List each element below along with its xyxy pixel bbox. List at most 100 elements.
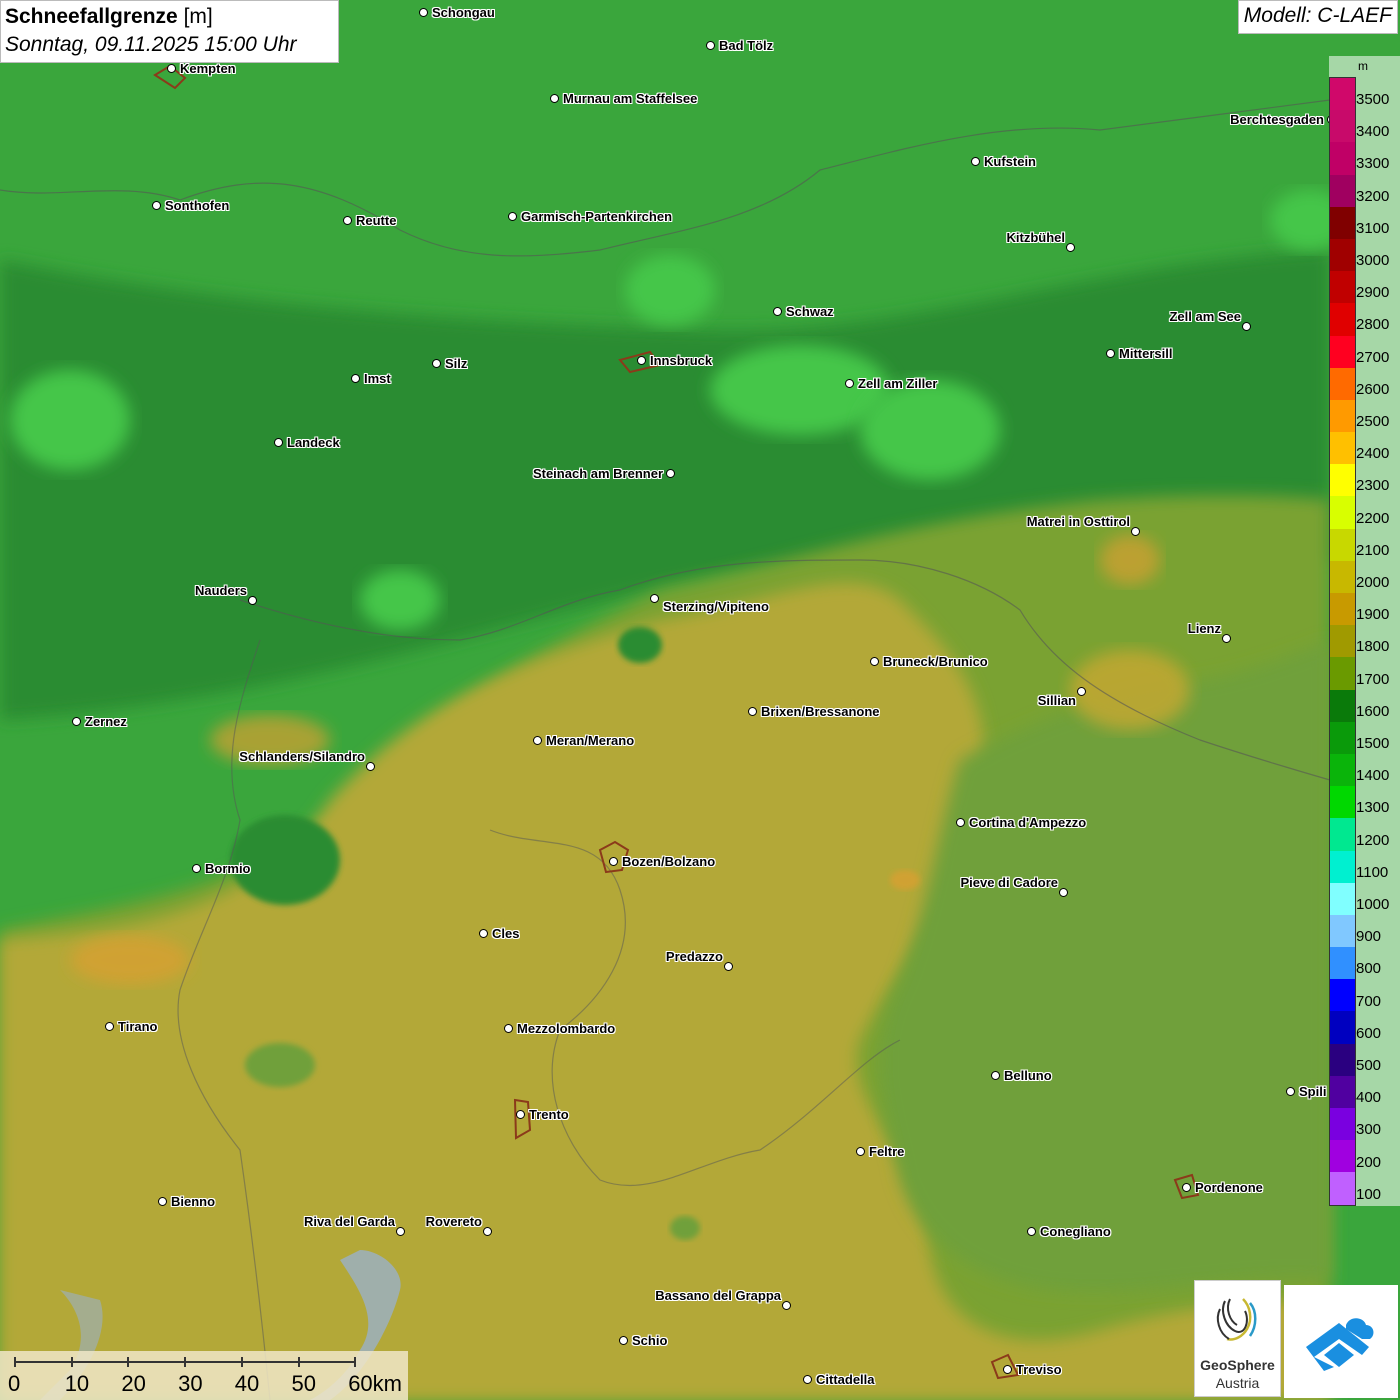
city-dot[interactable]	[504, 1024, 513, 1033]
city-dot[interactable]	[856, 1147, 865, 1156]
scale-tick	[14, 1357, 16, 1367]
city-dot[interactable]	[152, 201, 161, 210]
city-label: Schio	[632, 1333, 668, 1348]
city-dot[interactable]	[274, 438, 283, 447]
map-date: Sonntag, 09.11.2025 15:00 Uhr	[5, 33, 297, 56]
scale-label: 10	[64, 1371, 90, 1396]
city-dot[interactable]	[1242, 322, 1251, 331]
city-dot[interactable]	[533, 736, 542, 745]
city-dot[interactable]	[1077, 687, 1086, 696]
city-dot[interactable]	[609, 857, 618, 866]
legend-color-bar	[1329, 77, 1356, 1206]
city-label: Schongau	[432, 5, 495, 20]
city-dot[interactable]	[167, 64, 176, 73]
city-label: Bruneck/Brunico	[883, 654, 988, 669]
city-dot[interactable]	[956, 818, 965, 827]
city-dot[interactable]	[508, 212, 517, 221]
legend-label: 2000	[1356, 574, 1390, 591]
scale-tick	[127, 1357, 130, 1367]
city-label: Pieve di Cadore	[960, 875, 1058, 890]
legend-label: 2100	[1356, 541, 1390, 559]
city-dot[interactable]	[343, 216, 352, 225]
city-dot[interactable]	[72, 717, 81, 726]
city-dot[interactable]	[1131, 527, 1140, 536]
city-dot[interactable]	[1066, 243, 1075, 252]
city-dot[interactable]	[971, 157, 980, 166]
city-dot[interactable]	[432, 359, 441, 368]
city-dot[interactable]	[724, 962, 733, 971]
city-label: Landeck	[287, 435, 340, 450]
city-dot[interactable]	[366, 762, 375, 771]
legend-label: 1300	[1356, 799, 1390, 817]
legend-label: 1700	[1356, 670, 1390, 688]
legend-swatch	[1330, 496, 1355, 529]
city-dot[interactable]	[845, 379, 854, 388]
warning-app-logo[interactable]	[1284, 1285, 1398, 1398]
city-dot[interactable]	[991, 1071, 1000, 1080]
legend-label: 2900	[1356, 284, 1390, 302]
legend-swatch	[1330, 753, 1355, 787]
city-dot[interactable]	[1106, 349, 1115, 358]
city-dot[interactable]	[1286, 1087, 1295, 1096]
city-label: Kufstein	[984, 154, 1036, 169]
city-dot[interactable]	[479, 929, 488, 938]
city-label: Schwaz	[786, 304, 834, 319]
city-dot[interactable]	[1059, 888, 1068, 897]
legend-label: 1400	[1356, 767, 1390, 785]
city-dot[interactable]	[419, 8, 428, 17]
legend-label: 3000	[1356, 252, 1390, 269]
scale-label: 60km	[348, 1371, 402, 1396]
city-dot[interactable]	[666, 469, 675, 478]
city-dot[interactable]	[1182, 1183, 1191, 1192]
legend-swatch	[1330, 110, 1355, 143]
city-label: Cles	[492, 926, 520, 941]
city-label: Zell am Ziller	[858, 376, 938, 391]
city-label: Brixen/Bressanone	[761, 704, 880, 719]
city-dot[interactable]	[782, 1301, 791, 1310]
city-dot[interactable]	[351, 374, 360, 383]
city-dot[interactable]	[550, 94, 559, 103]
scale-label: 40	[234, 1371, 260, 1396]
city-label: Murnau am Staffelsee	[563, 91, 698, 106]
scale-label: 20	[121, 1371, 146, 1396]
city-dot[interactable]	[706, 41, 715, 50]
legend-swatch	[1330, 818, 1355, 851]
legend-label: 700	[1356, 992, 1382, 1010]
city-label: Bad Tölz	[719, 38, 774, 53]
city-label: Kitzbühel	[1006, 230, 1066, 245]
city-dot[interactable]	[748, 707, 757, 716]
city-dot[interactable]	[396, 1227, 405, 1236]
legend-label: 500	[1356, 1057, 1382, 1074]
legend-label: 2600	[1356, 380, 1390, 398]
legend-swatch	[1330, 721, 1355, 754]
city-dot[interactable]	[1027, 1227, 1036, 1236]
city-label: Cortina d'Ampezzo	[969, 815, 1087, 830]
city-dot[interactable]	[650, 594, 659, 603]
city-dot[interactable]	[516, 1110, 525, 1119]
city-dot[interactable]	[192, 864, 201, 873]
scale-tick	[354, 1357, 357, 1367]
city-label: Reutte	[356, 213, 397, 228]
legend-swatch	[1330, 142, 1355, 175]
geosphere-logo[interactable]: GeoSphere Austria	[1194, 1280, 1281, 1397]
legend-swatch	[1330, 593, 1355, 626]
city-dot[interactable]	[158, 1197, 167, 1206]
warning-app-icon	[1306, 1318, 1374, 1371]
city-dot[interactable]	[105, 1022, 114, 1031]
scale-tick	[184, 1357, 187, 1367]
city-label: Riva del Garda	[303, 1214, 395, 1229]
city-dot[interactable]	[1222, 634, 1231, 643]
city-label: Innsbruck	[650, 353, 713, 368]
city-dot[interactable]	[803, 1375, 812, 1384]
legend-swatch	[1330, 914, 1355, 948]
city-dot[interactable]	[483, 1227, 492, 1236]
city-dot[interactable]	[248, 596, 257, 605]
city-dot[interactable]	[1003, 1365, 1012, 1374]
snowline-map[interactable]: Schneefallgrenze [m] Sonntag, 09.11.2025…	[0, 0, 1400, 1400]
city-dot[interactable]	[773, 307, 782, 316]
city-label: Cittadella	[816, 1372, 875, 1387]
city-dot[interactable]	[619, 1336, 628, 1345]
city-dot[interactable]	[637, 356, 646, 365]
legend-swatch	[1330, 625, 1355, 658]
city-dot[interactable]	[870, 657, 879, 666]
